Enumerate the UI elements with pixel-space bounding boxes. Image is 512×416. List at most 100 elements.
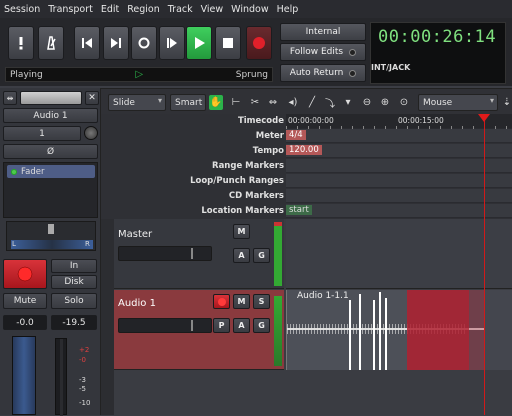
rec-enable-button[interactable] xyxy=(3,259,47,289)
solo-button[interactable]: Solo xyxy=(51,293,97,309)
audio-track-canvas[interactable]: Audio 1-1.1 xyxy=(286,290,512,370)
tempo-ruler[interactable]: 120.00 xyxy=(286,144,512,158)
track-gain-fader[interactable] xyxy=(118,318,212,333)
strip-name: Audio 1 xyxy=(33,110,68,121)
menu-session[interactable]: Session xyxy=(0,4,44,15)
shuttle-mode[interactable]: Sprung xyxy=(236,70,268,80)
primary-clock[interactable]: 00:00:26:14 INT/JACK xyxy=(370,22,506,84)
gain-fader[interactable] xyxy=(12,336,36,415)
track-gain-fader[interactable] xyxy=(118,246,212,261)
grid-mode-button[interactable]: Smart xyxy=(170,94,206,111)
goto-end-icon[interactable] xyxy=(103,26,129,60)
follow-edits-button[interactable]: Follow Edits xyxy=(280,43,366,61)
goto-start-icon[interactable] xyxy=(74,26,100,60)
menu-region[interactable]: Region xyxy=(123,4,164,15)
punch-icon[interactable] xyxy=(8,26,34,60)
track-name[interactable]: Master xyxy=(118,229,152,240)
meter-ruler[interactable]: 4/4 xyxy=(286,129,512,143)
play-icon[interactable] xyxy=(186,26,212,60)
stop-icon[interactable] xyxy=(215,26,241,60)
gain-value: -0.0 xyxy=(16,317,34,328)
track-group-tabs[interactable] xyxy=(101,219,114,415)
mute-button[interactable]: M xyxy=(233,224,250,239)
playhead[interactable] xyxy=(484,114,485,415)
editor-mixer-strip: ⇹ ✕ Audio 1 1 Ø Fader L R In Disk Mute S… xyxy=(0,88,101,416)
playlist-button[interactable]: P xyxy=(213,318,230,333)
waveform-peak xyxy=(373,300,375,370)
input-trim-knob[interactable] xyxy=(84,126,98,140)
phase-invert-button[interactable]: Ø xyxy=(3,144,98,159)
sync-internal-button[interactable]: Internal xyxy=(280,23,366,41)
metronome-icon[interactable] xyxy=(38,26,64,60)
draw-tool-icon[interactable]: ╱ xyxy=(305,95,319,110)
processor-box[interactable]: Fader xyxy=(3,162,98,218)
menu-window[interactable]: Window xyxy=(227,4,272,15)
menu-bar: Session Transport Edit Region Track View… xyxy=(0,0,512,18)
record-icon[interactable] xyxy=(246,26,272,60)
solo-button[interactable]: S xyxy=(253,294,270,309)
close-icon[interactable]: ✕ xyxy=(85,91,99,105)
level-meter xyxy=(55,338,67,416)
chevron-down-icon[interactable]: ▾ xyxy=(341,95,355,110)
audio-region[interactable]: Audio 1-1.1 xyxy=(286,290,485,370)
range-tool-icon[interactable]: ⊢ xyxy=(229,95,243,110)
peak-display[interactable]: -19.5 xyxy=(51,315,97,330)
master-track-canvas[interactable] xyxy=(286,219,512,289)
monitor-disk-button[interactable]: Disk xyxy=(51,275,97,289)
input-button[interactable]: 1 xyxy=(3,126,81,141)
meter-marker[interactable]: 4/4 xyxy=(286,130,306,140)
group-button[interactable]: G xyxy=(253,318,270,333)
range-markers-ruler[interactable] xyxy=(286,159,512,173)
menu-track[interactable]: Track xyxy=(164,4,197,15)
shrink-tracks-icon[interactable]: ⇣ xyxy=(500,95,512,110)
audio-track-header[interactable]: Audio 1 M S P A G xyxy=(114,290,284,370)
content-tool-icon[interactable]: ⤵ xyxy=(323,95,337,110)
strip-name-button[interactable]: Audio 1 xyxy=(3,108,98,123)
stretch-tool-icon[interactable]: ⇔ xyxy=(266,95,280,110)
location-markers-ruler[interactable]: start xyxy=(286,204,512,218)
auto-return-button[interactable]: Auto Return xyxy=(280,64,366,82)
cut-tool-icon[interactable]: ✂ xyxy=(248,95,262,110)
menu-edit[interactable]: Edit xyxy=(97,4,123,15)
fader-processor[interactable]: Fader xyxy=(7,165,95,178)
empty-track-area[interactable] xyxy=(286,371,512,415)
zoom-session-icon[interactable]: ⊙ xyxy=(397,95,411,110)
zoom-out-icon[interactable]: ⊖ xyxy=(360,95,374,110)
zoom-focus-select[interactable]: Mouse ▾ xyxy=(418,94,498,111)
gain-display[interactable]: -0.0 xyxy=(3,315,47,330)
zoom-in-icon[interactable]: ⊕ xyxy=(378,95,392,110)
menu-help[interactable]: Help xyxy=(273,4,303,15)
chevron-down-icon: ▾ xyxy=(157,96,162,105)
start-marker[interactable]: start xyxy=(286,205,312,215)
playhead-handle-icon[interactable] xyxy=(478,114,490,122)
edit-mode-select[interactable]: Slide ▾ xyxy=(108,94,166,111)
loop-punch-ruler[interactable] xyxy=(286,174,512,188)
play-state: Playing xyxy=(10,69,43,80)
track-rec-enable-button[interactable] xyxy=(213,294,230,309)
grab-tool-icon[interactable]: ✋ xyxy=(209,95,223,110)
width-icon[interactable]: ⇹ xyxy=(3,91,17,105)
monitor-input-button[interactable]: In xyxy=(51,259,97,273)
group-button[interactable]: G xyxy=(253,248,270,263)
menu-transport[interactable]: Transport xyxy=(44,4,97,15)
automation-button[interactable]: A xyxy=(233,248,250,263)
track-name[interactable]: Audio 1 xyxy=(118,298,156,309)
ruler-label-cd-markers: CD Markers xyxy=(228,191,284,201)
waveform-peak xyxy=(349,300,351,370)
record-icon xyxy=(17,266,33,282)
audition-tool-icon[interactable]: ◂) xyxy=(286,95,300,110)
cd-markers-ruler[interactable] xyxy=(286,189,512,203)
group-label: G xyxy=(258,321,265,330)
processor-active-led xyxy=(11,168,17,175)
tempo-marker[interactable]: 120.00 xyxy=(286,145,322,155)
loop-icon[interactable] xyxy=(131,26,157,60)
mute-button[interactable]: M xyxy=(233,294,250,309)
menu-view[interactable]: View xyxy=(197,4,228,15)
play-range-icon[interactable] xyxy=(159,26,185,60)
strip-color-bar[interactable] xyxy=(20,91,82,105)
ruler-label-meter: Meter xyxy=(255,131,284,141)
automation-button[interactable]: A xyxy=(233,318,250,333)
panner[interactable]: L R xyxy=(6,221,96,251)
mute-button[interactable]: Mute xyxy=(3,293,47,309)
master-track-header[interactable]: Master M A G xyxy=(114,219,284,289)
